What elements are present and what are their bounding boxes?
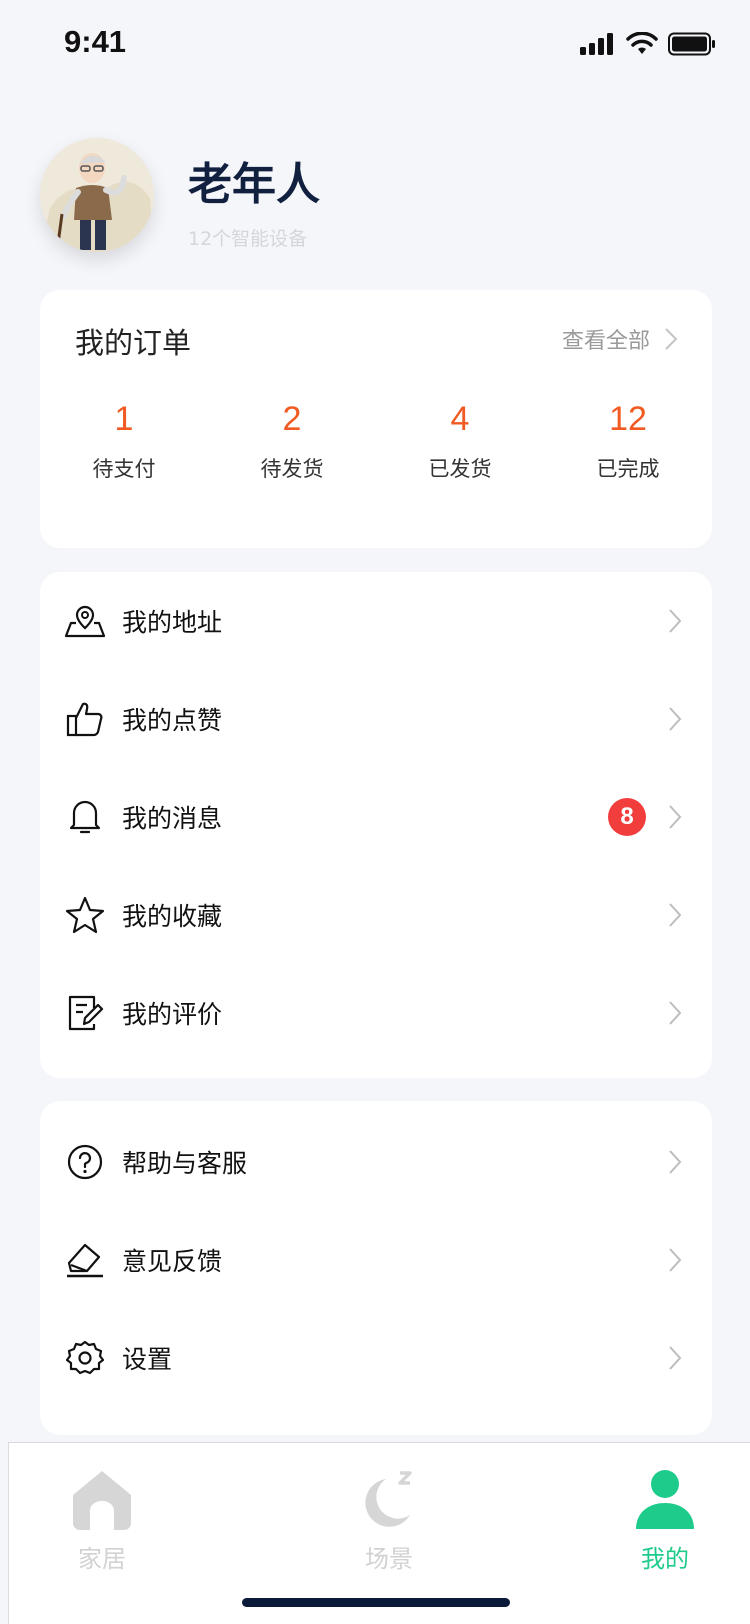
- chevron-right-icon: [669, 609, 682, 633]
- tab-label: 场景: [365, 1545, 413, 1573]
- tab-mine[interactable]: 我的: [595, 1469, 735, 1574]
- menu-label: 我的消息: [122, 804, 223, 833]
- order-status-pending-shipment[interactable]: 2 待发货: [208, 400, 376, 483]
- menu-label: 我的收藏: [122, 902, 223, 931]
- battery-icon: [668, 32, 715, 56]
- tab-home[interactable]: 家居: [32, 1469, 172, 1574]
- chevron-right-icon: [669, 1001, 682, 1025]
- order-status-grid: 1 待支付 2 待发货 4 已发货 12 已完成: [40, 400, 712, 483]
- order-count: 2: [282, 400, 302, 438]
- location-map-icon: [64, 600, 106, 642]
- menu-item-address[interactable]: 我的地址: [40, 572, 712, 670]
- order-status-pending-payment[interactable]: 1 待支付: [40, 400, 208, 483]
- menu-item-feedback[interactable]: 意见反馈: [40, 1211, 712, 1309]
- tab-label: 家居: [78, 1545, 126, 1573]
- chevron-right-icon: [665, 328, 678, 350]
- menu-item-messages[interactable]: 我的消息 8: [40, 768, 712, 866]
- status-time: 9:41: [64, 24, 127, 59]
- person-icon: [636, 1470, 694, 1529]
- gear-icon: [64, 1337, 106, 1379]
- moon-icon: [365, 1471, 412, 1527]
- wifi-icon: [626, 32, 658, 54]
- status-bar: 9:41: [0, 0, 750, 90]
- tab-label: 我的: [641, 1545, 689, 1573]
- menu-label: 我的地址: [122, 608, 223, 637]
- star-icon: [64, 894, 106, 936]
- account-menu-card: 我的地址 我的点赞 我的消息 8 我的收藏 我的评价: [40, 572, 712, 1078]
- support-menu-card: 帮助与客服 意见反馈 设置: [40, 1101, 712, 1435]
- signal-icon: [580, 33, 613, 55]
- menu-label: 我的点赞: [122, 706, 223, 735]
- chevron-right-icon: [669, 1248, 682, 1272]
- orders-title: 我的订单: [75, 326, 192, 360]
- menu-label: 帮助与客服: [122, 1149, 248, 1178]
- home-icon: [73, 1471, 131, 1530]
- order-status-completed[interactable]: 12 已完成: [544, 400, 712, 483]
- avatar[interactable]: [40, 138, 154, 252]
- order-label: 已发货: [428, 457, 492, 481]
- feedback-icon: [64, 1239, 106, 1281]
- edit-note-icon: [64, 992, 106, 1034]
- menu-item-likes[interactable]: 我的点赞: [40, 670, 712, 768]
- menu-item-favorites[interactable]: 我的收藏: [40, 866, 712, 964]
- unread-badge: 8: [608, 798, 646, 836]
- order-count: 4: [450, 400, 470, 438]
- device-count: 12个智能设备: [188, 228, 308, 250]
- elderly-person-avatar-illustration: [40, 138, 154, 252]
- chevron-right-icon: [669, 903, 682, 927]
- bell-icon: [64, 796, 106, 838]
- help-icon: [64, 1141, 106, 1183]
- chevron-right-icon: [669, 805, 682, 829]
- orders-card: 我的订单 查看全部 1 待支付 2 待发货 4 已发货 12 已完成: [40, 290, 712, 548]
- menu-label: 设置: [122, 1345, 173, 1374]
- chevron-right-icon: [669, 707, 682, 731]
- home-indicator: [242, 1598, 510, 1607]
- chevron-right-icon: [669, 1150, 682, 1174]
- order-label: 待发货: [260, 457, 324, 481]
- order-label: 已完成: [596, 457, 660, 481]
- order-status-shipped[interactable]: 4 已发货: [376, 400, 544, 483]
- tab-scenes[interactable]: 场景: [319, 1469, 459, 1574]
- status-icons: [580, 32, 716, 56]
- order-label: 待支付: [92, 457, 156, 481]
- menu-item-help[interactable]: 帮助与客服: [40, 1113, 712, 1211]
- bottom-tab-bar: 家居 场景 我的: [8, 1442, 750, 1624]
- order-count: 12: [609, 400, 647, 438]
- menu-label: 我的评价: [122, 1000, 223, 1029]
- order-count: 1: [114, 400, 134, 438]
- profile-name: 老年人: [188, 159, 320, 210]
- menu-item-reviews[interactable]: 我的评价: [40, 964, 712, 1062]
- thumbs-up-icon: [64, 698, 106, 740]
- menu-label: 意见反馈: [122, 1247, 223, 1276]
- chevron-right-icon: [669, 1346, 682, 1370]
- view-all-orders-link[interactable]: 查看全部: [562, 323, 678, 355]
- menu-item-settings[interactable]: 设置: [40, 1309, 712, 1407]
- view-all-label: 查看全部: [561, 329, 650, 354]
